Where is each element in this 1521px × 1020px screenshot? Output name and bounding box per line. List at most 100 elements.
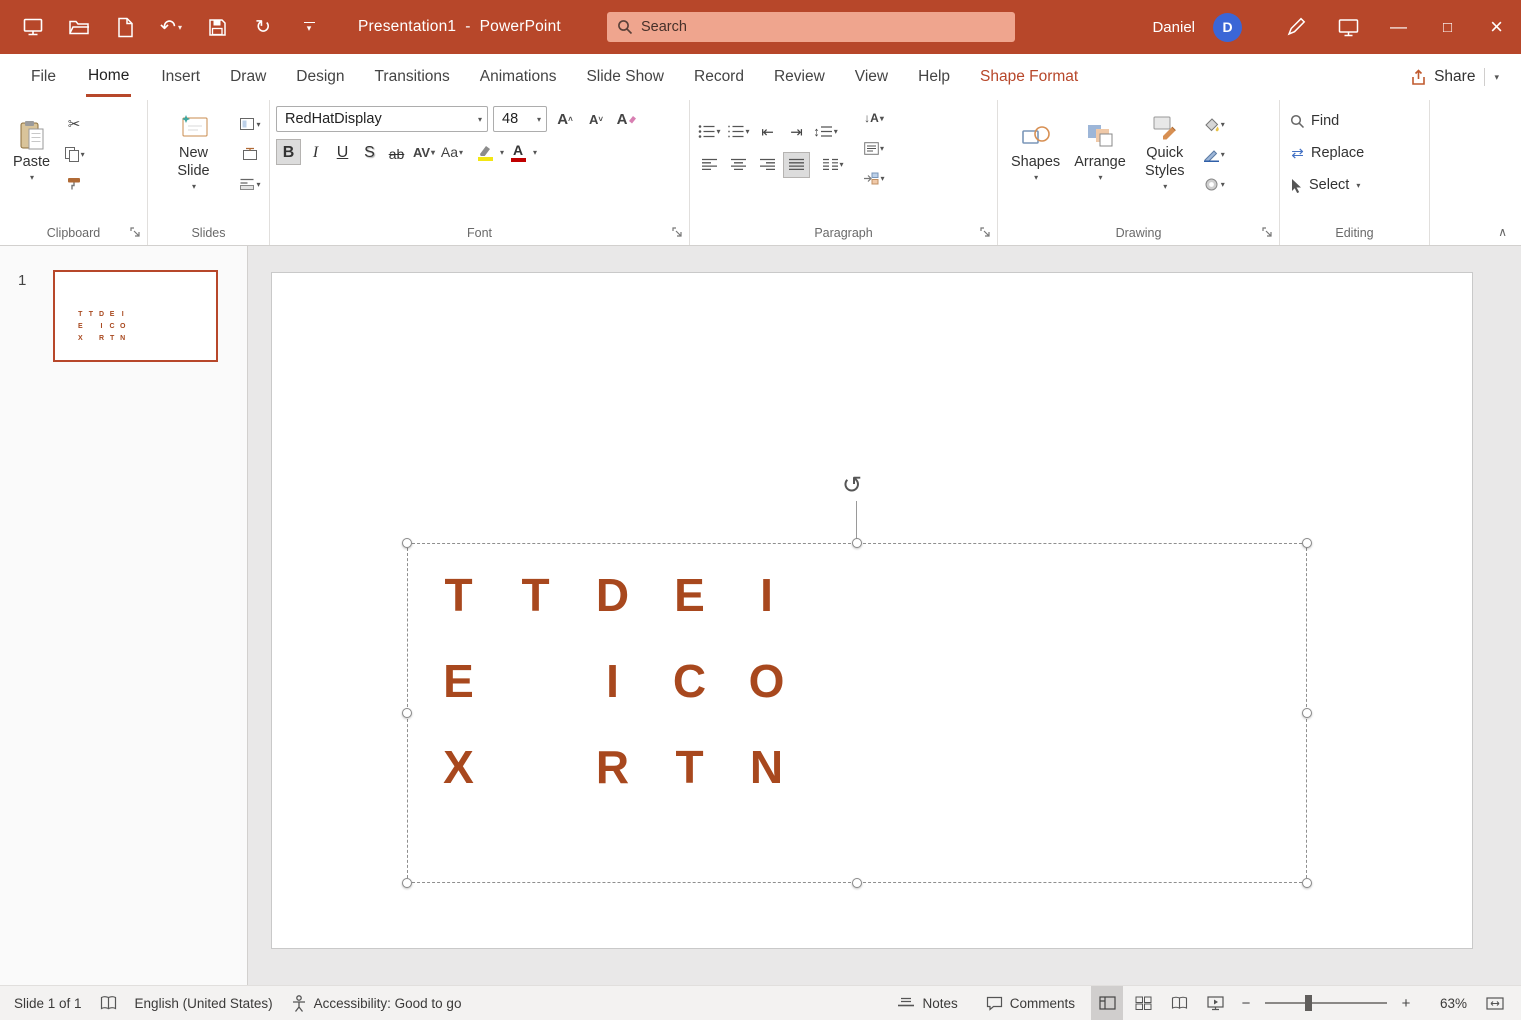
tab-view[interactable]: View (840, 54, 903, 100)
tab-record[interactable]: Record (679, 54, 759, 100)
redo-icon[interactable]: ↻ (252, 13, 274, 41)
select-button[interactable]: Select ▾ (1286, 172, 1423, 198)
align-right-button[interactable] (754, 152, 781, 178)
align-center-button[interactable] (725, 152, 752, 178)
underline-button[interactable]: U (330, 139, 355, 165)
shapes-button[interactable]: Shapes ▾ (1004, 116, 1067, 186)
slide-show-button[interactable] (1199, 986, 1231, 1020)
share-dropdown-icon[interactable]: ▾ (1494, 72, 1499, 83)
slide-layout-icon[interactable]: ▾ (237, 112, 263, 136)
justify-button[interactable] (783, 151, 810, 178)
tab-insert[interactable]: Insert (146, 54, 215, 100)
slide-counter[interactable]: Slide 1 of 1 (14, 996, 82, 1011)
zoom-level[interactable]: 63% (1427, 996, 1467, 1011)
align-text-button[interactable]: ▾ (861, 136, 887, 160)
align-left-button[interactable] (696, 152, 723, 178)
tab-file[interactable]: File (16, 54, 71, 100)
tab-slide-show[interactable]: Slide Show (571, 54, 679, 100)
open-file-icon[interactable] (68, 13, 90, 41)
slide-sorter-view-button[interactable] (1127, 986, 1159, 1020)
tab-shape-format[interactable]: Shape Format (965, 54, 1093, 100)
shape-fill-button[interactable]: ▾ (1201, 112, 1227, 136)
tab-help[interactable]: Help (903, 54, 965, 100)
selection-handle-top-right[interactable] (1302, 538, 1312, 548)
collapse-ribbon-icon[interactable]: ∧ (1498, 225, 1507, 239)
font-size-select[interactable]: 48 ▾ (493, 106, 547, 132)
comments-button[interactable]: Comments (974, 986, 1087, 1020)
selection-handle-bottom-center[interactable] (852, 878, 862, 888)
ink-pen-icon[interactable] (1270, 0, 1322, 54)
numbering-button[interactable]: ▾ (725, 119, 752, 145)
slide-thumbnail[interactable]: TTDEI EICO XRTN (53, 270, 218, 362)
tab-draw[interactable]: Draw (215, 54, 281, 100)
selection-handle-top-center[interactable] (852, 538, 862, 548)
app-logo-icon[interactable] (22, 13, 44, 41)
rotation-handle[interactable]: ↻ (842, 471, 862, 500)
slide-canvas[interactable]: TTDEI EICO XRTN ↻ (272, 273, 1472, 948)
zoom-out-button[interactable]: − (1235, 995, 1257, 1012)
reset-slide-icon[interactable] (237, 142, 263, 166)
new-file-icon[interactable] (114, 13, 136, 41)
customize-quick-access-icon[interactable]: ▾ (298, 13, 320, 41)
new-slide-button[interactable]: New Slide ▾ (154, 107, 233, 195)
replace-button[interactable]: ⇄ Replace (1286, 140, 1423, 166)
tab-home[interactable]: Home (71, 54, 146, 100)
shape-effects-button[interactable]: ▾ (1201, 172, 1227, 196)
language-selector[interactable]: English (United States) (135, 996, 273, 1011)
zoom-slider[interactable] (1265, 995, 1387, 1011)
notes-button[interactable]: Notes (885, 986, 969, 1020)
fit-slide-to-window-button[interactable] (1479, 986, 1511, 1020)
tab-review[interactable]: Review (759, 54, 840, 100)
tab-design[interactable]: Design (281, 54, 359, 100)
normal-view-button[interactable] (1091, 985, 1123, 1020)
selection-handle-middle-left[interactable] (402, 708, 412, 718)
text-shadow-button[interactable]: S (357, 139, 382, 165)
text-highlight-button[interactable] (473, 139, 497, 165)
paste-button[interactable]: Paste ▾ (6, 116, 57, 186)
selection-handle-bottom-left[interactable] (402, 878, 412, 888)
columns-button[interactable]: ▾ (820, 152, 847, 178)
close-button[interactable]: × (1472, 0, 1521, 54)
avatar[interactable]: D (1213, 12, 1242, 42)
character-spacing-button[interactable]: AV ▾ (411, 140, 437, 164)
tab-animations[interactable]: Animations (465, 54, 572, 100)
paragraph-dialog-launcher[interactable] (979, 226, 992, 239)
find-button[interactable]: Find (1286, 108, 1423, 134)
shape-outline-button[interactable]: ▾ (1201, 142, 1227, 166)
font-dialog-launcher[interactable] (671, 226, 684, 239)
selection-handle-middle-right[interactable] (1302, 708, 1312, 718)
reading-view-button[interactable] (1163, 986, 1195, 1020)
selection-handle-top-left[interactable] (402, 538, 412, 548)
font-color-button[interactable]: A (506, 139, 530, 165)
zoom-slider-thumb[interactable] (1305, 995, 1312, 1011)
accessibility-status[interactable]: Accessibility: Good to go (291, 994, 461, 1012)
bullets-button[interactable]: ▾ (696, 119, 723, 145)
selection-handle-bottom-right[interactable] (1302, 878, 1312, 888)
increase-font-size-button[interactable]: A ˄ (552, 107, 578, 131)
font-family-select[interactable]: RedHatDisplay ▾ (276, 106, 488, 132)
arrange-button[interactable]: Arrange ▾ (1067, 116, 1133, 186)
decrease-indent-button[interactable]: ⇤ (754, 119, 781, 145)
user-name[interactable]: Daniel (1152, 19, 1195, 36)
quick-styles-button[interactable]: Quick Styles ▾ (1133, 107, 1197, 195)
cut-icon[interactable]: ✂ (61, 112, 87, 136)
tab-transitions[interactable]: Transitions (360, 54, 465, 100)
search-input[interactable]: Search (607, 12, 1015, 42)
clipboard-dialog-launcher[interactable] (129, 226, 142, 239)
section-icon[interactable]: ▾ (237, 172, 263, 196)
decrease-font-size-button[interactable]: A ˅ (583, 107, 609, 131)
line-spacing-button[interactable]: ↕ ▾ (812, 119, 839, 145)
undo-icon[interactable]: ↶ ▾ (160, 13, 182, 41)
text-direction-button[interactable]: ↓ A ▾ (861, 106, 887, 130)
drawing-dialog-launcher[interactable] (1261, 226, 1274, 239)
strikethrough-button[interactable]: ab (384, 139, 409, 165)
undo-dropdown-icon[interactable]: ▾ (178, 23, 182, 32)
maximize-button[interactable]: □ (1423, 0, 1472, 54)
bold-button[interactable]: B (276, 139, 301, 165)
spell-check-icon[interactable] (100, 995, 117, 1011)
format-painter-icon[interactable] (61, 172, 87, 196)
save-icon[interactable] (206, 13, 228, 41)
presenter-window-icon[interactable] (1322, 0, 1374, 54)
clear-formatting-button[interactable]: A (614, 107, 640, 131)
convert-to-smartart-button[interactable]: ▾ (861, 166, 887, 190)
